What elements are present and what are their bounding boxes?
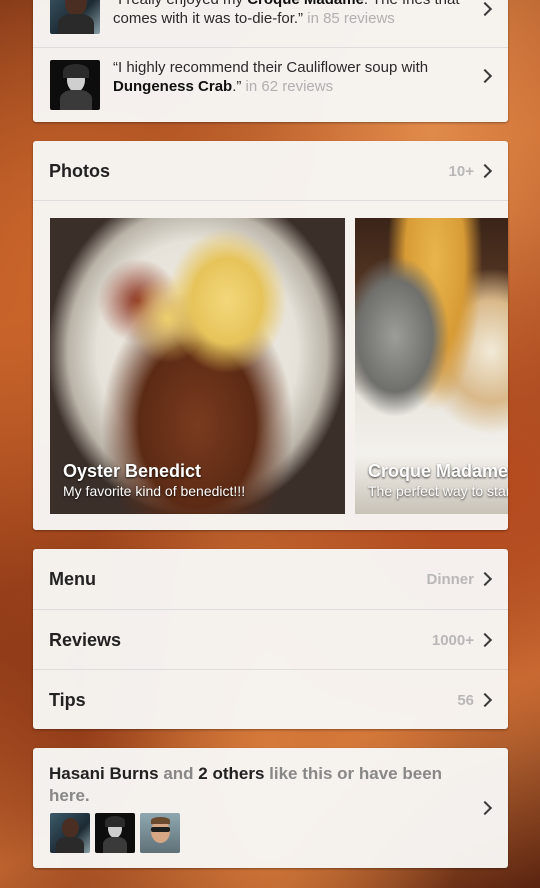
nav-row-menu[interactable]: Menu Dinner — [33, 549, 508, 609]
tip-row[interactable]: “I highly recommend their Cauliflower so… — [33, 47, 508, 122]
photo-title: Oyster Benedict — [63, 461, 202, 481]
nav-label: Menu — [49, 569, 96, 589]
photo-subtitle: My favorite kind of benedict!!! — [63, 483, 246, 499]
likes-card[interactable]: Hasani Burns and 2 others like this or h… — [33, 748, 508, 868]
chevron-right-icon — [477, 68, 493, 84]
photo-caption: Oyster Benedict My favorite kind of bene… — [63, 460, 245, 500]
chevron-right-icon — [477, 632, 493, 648]
nav-value: Dinner — [426, 571, 474, 588]
likes-text: Hasani Burns and 2 others like this or h… — [49, 764, 443, 805]
nav-label: Reviews — [49, 630, 122, 650]
nav-row-tips[interactable]: Tips 56 — [33, 669, 508, 729]
tip-avatar — [50, 0, 100, 34]
tip-text: “I really enjoyed my Croque Madame. The … — [113, 0, 460, 27]
nav-value: 56 — [457, 692, 474, 709]
chevron-right-icon — [477, 692, 493, 708]
chevron-right-icon — [477, 163, 493, 179]
friend-avatar — [95, 813, 135, 853]
photos-header[interactable]: Photos 10+ — [33, 141, 508, 201]
tip-text: “I highly recommend their Cauliflower so… — [113, 59, 429, 95]
friend-avatar — [50, 813, 90, 853]
chevron-right-icon — [477, 800, 493, 816]
friend-avatar — [140, 813, 180, 853]
photo-subtitle: The perfect way to start t — [368, 483, 508, 499]
photo-caption: Croque Madame The perfect way to start t — [368, 460, 508, 500]
photo-title: Croque Madame — [368, 461, 508, 481]
nav-label: Tips — [49, 690, 86, 710]
info-nav-card: Menu Dinner Reviews 1000+ Tips 56 — [33, 549, 508, 729]
chevron-right-icon — [477, 571, 493, 587]
photo-oyster-benedict[interactable]: Oyster Benedict My favorite kind of bene… — [50, 218, 345, 514]
tips-card: “I really enjoyed my Croque Madame. The … — [33, 0, 508, 122]
photo-croque-madame[interactable]: Croque Madame The perfect way to start t — [355, 218, 508, 514]
photos-count: 10+ — [448, 163, 474, 180]
photos-title: Photos — [49, 161, 110, 181]
chevron-right-icon — [477, 1, 493, 17]
nav-row-reviews[interactable]: Reviews 1000+ — [33, 609, 508, 669]
nav-value: 1000+ — [431, 632, 474, 649]
photos-card: Photos 10+ Oyster Benedict My favorite k… — [33, 141, 508, 530]
tip-avatar — [50, 60, 100, 110]
